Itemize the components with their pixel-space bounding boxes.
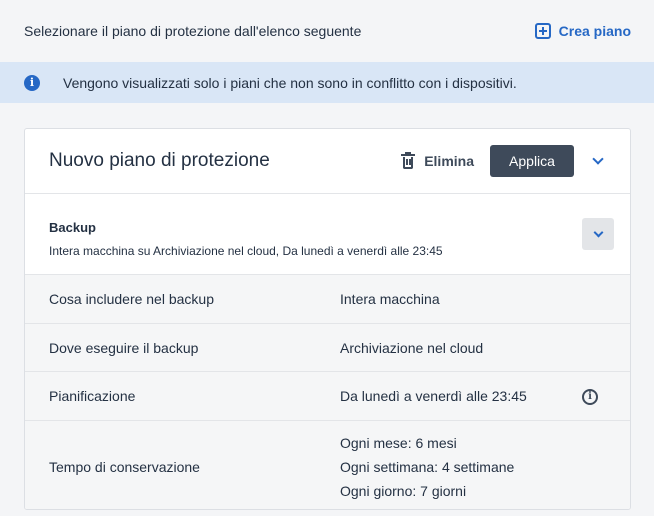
info-icon: i: [24, 74, 40, 91]
settings-list: Cosa includere nel backup Intera macchin…: [25, 275, 630, 509]
plan-card-header: Nuovo piano di protezione Elimina Applic…: [25, 129, 630, 194]
plus-square-icon: [534, 22, 551, 39]
delete-label: Elimina: [424, 153, 474, 169]
chevron-down-icon: [592, 153, 604, 165]
section-title: Backup: [49, 220, 96, 235]
top-bar: Selezionare il piano di protezione dall'…: [0, 0, 654, 61]
row-label: Cosa includere nel backup: [49, 291, 214, 307]
retention-monthly: Ogni mese: 6 mesi: [340, 434, 457, 451]
delete-button[interactable]: Elimina: [401, 152, 474, 169]
settings-row-what[interactable]: Cosa includere nel backup Intera macchin…: [25, 275, 630, 324]
create-plan-label: Crea piano: [558, 22, 631, 39]
row-value: Intera macchina: [340, 291, 440, 307]
info-circle-icon[interactable]: i: [582, 389, 598, 405]
retention-weekly: Ogni settimana: 4 settimane: [340, 458, 515, 475]
chevron-down-icon: [593, 227, 603, 238]
info-banner: i Vengono visualizzati solo i piani che …: [0, 62, 654, 103]
plan-card: Nuovo piano di protezione Elimina Applic…: [24, 128, 631, 510]
create-plan-button[interactable]: Crea piano: [534, 22, 631, 39]
trash-icon: [401, 152, 416, 169]
row-label: Dove eseguire il backup: [49, 339, 199, 356]
info-banner-text: Vengono visualizzati solo i piani che no…: [63, 74, 517, 91]
row-value-list: Ogni mese: 6 mesi Ogni settimana: 4 sett…: [340, 431, 630, 503]
section-summary: Intera macchina su Archiviazione nel clo…: [49, 244, 443, 258]
retention-daily: Ogni giorno: 7 giorni: [340, 482, 467, 499]
plan-title: Nuovo piano di protezione: [49, 150, 270, 171]
settings-row-schedule[interactable]: Pianificazione Da lunedì a venerdì alle …: [25, 372, 630, 421]
backup-section-header: Backup Intera macchina su Archiviazione …: [25, 194, 630, 275]
settings-row-where[interactable]: Dove eseguire il backup Archiviazione ne…: [25, 324, 630, 372]
row-value: Archiviazione nel cloud: [340, 339, 484, 356]
settings-row-retention[interactable]: Tempo di conservazione Ogni mese: 6 mesi…: [25, 421, 630, 509]
row-label: Tempo di conservazione: [49, 458, 200, 475]
expand-section-button[interactable]: [582, 218, 614, 250]
page-prompt: Selezionare il piano di protezione dall'…: [24, 22, 362, 39]
apply-button[interactable]: Applica: [490, 145, 574, 177]
collapse-plan-toggle[interactable]: [590, 153, 606, 169]
row-label: Pianificazione: [49, 388, 136, 404]
